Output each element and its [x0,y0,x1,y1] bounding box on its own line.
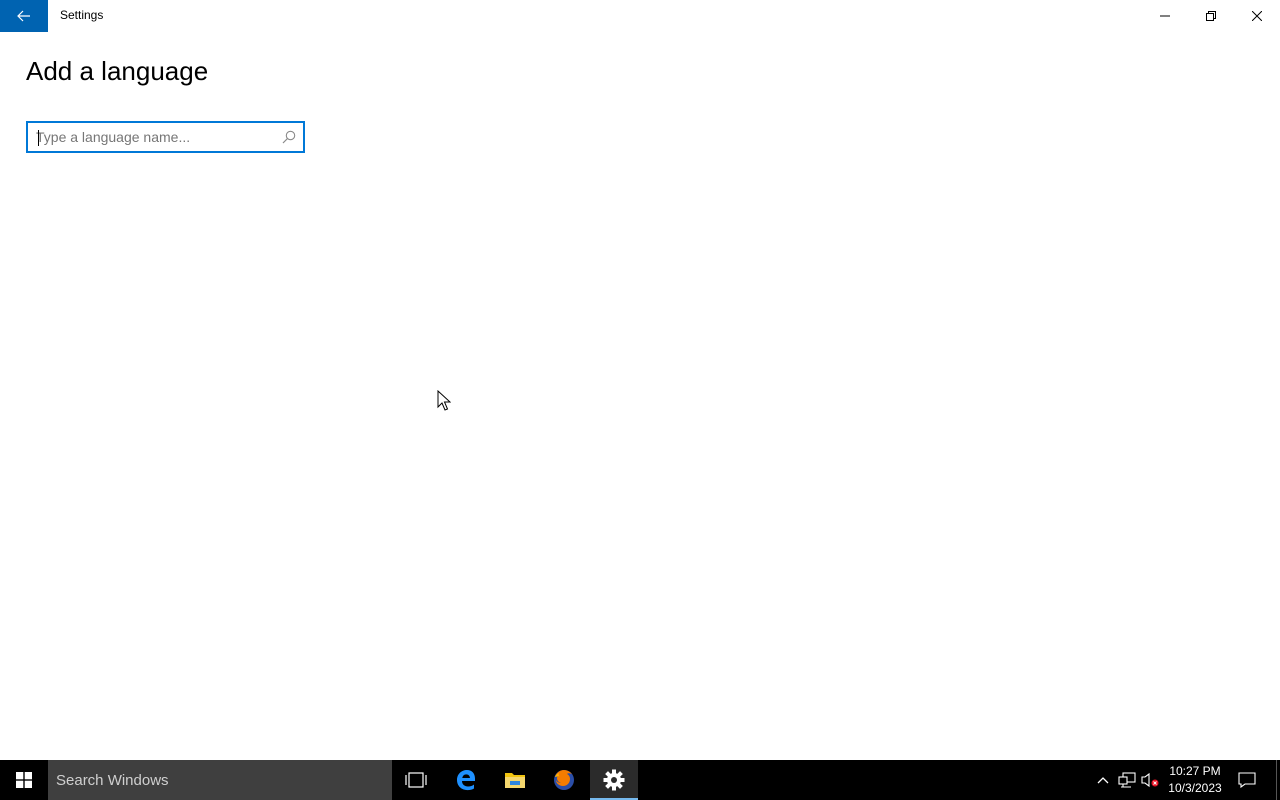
clock-time: 10:27 PM [1169,764,1221,778]
taskbar-search-placeholder: Search Windows [56,772,169,789]
taskbar: Search Windows 10:27 PM 10/3/2023 [0,760,1280,800]
file-explorer-taskbar-button[interactable] [491,760,539,800]
minimize-icon [1160,15,1170,17]
back-button[interactable] [0,0,48,32]
notification-icon [1238,772,1256,788]
file-explorer-icon [505,773,525,788]
firefox-icon [554,770,574,790]
settings-icon [603,769,625,791]
restore-icon [1206,11,1216,21]
title-bar: Settings [0,0,1280,32]
page-title: Add a language [26,56,209,86]
chevron-up-icon [1097,777,1109,784]
mouse-cursor-icon [437,390,451,411]
close-button[interactable] [1234,0,1280,32]
show-desktop-button[interactable] [1276,760,1280,800]
windows-logo-icon [16,772,32,788]
edge-taskbar-button[interactable] [442,760,490,800]
window-title: Settings [60,8,104,22]
back-arrow-icon [17,10,30,22]
firefox-taskbar-button[interactable] [540,760,588,800]
action-center-button[interactable] [1232,760,1262,800]
taskbar-clock[interactable]: 10:27 PM 10/3/2023 [1164,763,1226,797]
start-button[interactable] [0,760,48,800]
network-icon [1118,772,1136,788]
clock-date: 10/3/2023 [1168,781,1222,795]
settings-taskbar-button[interactable] [590,760,638,800]
restore-button[interactable] [1188,0,1234,32]
task-view-icon [405,772,427,788]
text-caret [38,130,39,146]
volume-tray-button[interactable] [1139,760,1161,800]
search-icon[interactable] [281,129,297,145]
show-hidden-icons-button[interactable] [1092,760,1114,800]
volume-muted-icon [1141,772,1159,788]
language-search-input[interactable] [36,128,276,146]
close-icon [1252,11,1262,21]
edge-icon [457,770,475,791]
minimize-button[interactable] [1142,0,1188,32]
taskbar-search-box[interactable]: Search Windows [48,760,392,800]
task-view-button[interactable] [392,760,440,800]
network-tray-button[interactable] [1115,760,1139,800]
language-search-box[interactable] [26,121,305,153]
